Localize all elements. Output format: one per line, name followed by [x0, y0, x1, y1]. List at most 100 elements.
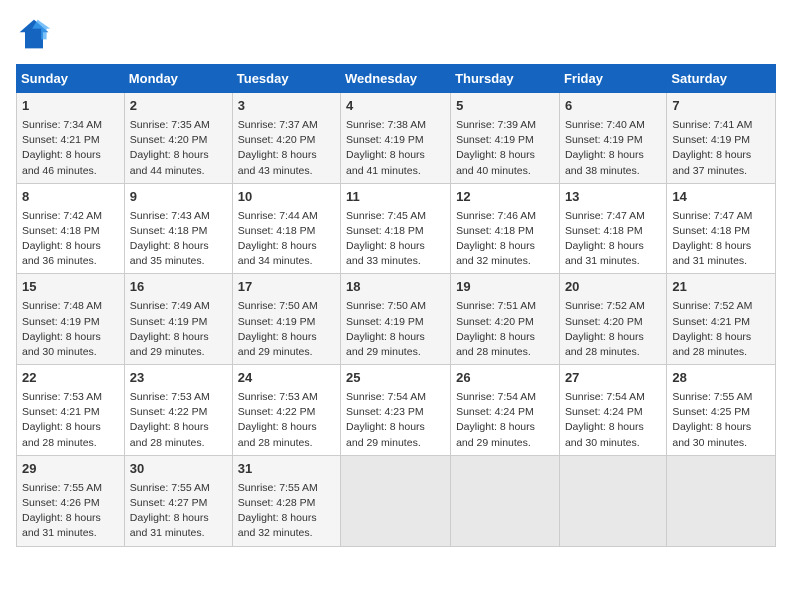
daylight: Daylight: 8 hours and 31 minutes. [22, 512, 101, 539]
sunset: Sunset: 4:24 PM [565, 406, 643, 418]
sunset: Sunset: 4:18 PM [22, 225, 100, 237]
daylight: Daylight: 8 hours and 28 minutes. [22, 421, 101, 448]
sunrise: Sunrise: 7:55 AM [672, 391, 752, 403]
daylight: Daylight: 8 hours and 31 minutes. [565, 240, 644, 267]
sunrise: Sunrise: 7:53 AM [130, 391, 210, 403]
sunrise: Sunrise: 7:54 AM [565, 391, 645, 403]
day-number: 15 [22, 278, 119, 297]
day-number: 23 [130, 369, 227, 388]
daylight: Daylight: 8 hours and 43 minutes. [238, 149, 317, 176]
day-number: 3 [238, 97, 335, 116]
calendar-cell: 13 Sunrise: 7:47 AM Sunset: 4:18 PM Dayligh… [559, 183, 666, 274]
sunset: Sunset: 4:21 PM [22, 134, 100, 146]
sunrise: Sunrise: 7:54 AM [456, 391, 536, 403]
calendar-cell: 8Sunrise: 7:42 AMSunset: 4:18 PMDaylight… [17, 183, 125, 274]
logo [16, 16, 56, 52]
day-number: 24 [238, 369, 335, 388]
sunset: Sunset: 4:19 PM [565, 134, 643, 146]
sunrise: Sunrise: 7:48 AM [22, 300, 102, 312]
day-number: 16 [130, 278, 227, 297]
logo-icon [16, 16, 52, 52]
daylight: Daylight: 8 hours and 28 minutes. [130, 421, 209, 448]
sunrise: Sunrise: 7:50 AM [238, 300, 318, 312]
sunrise: Sunrise: 7:52 AM [672, 300, 752, 312]
sunset: Sunset: 4:18 PM [456, 225, 534, 237]
calendar-cell [451, 455, 560, 546]
calendar-cell: 5Sunrise: 7:39 AMSunset: 4:19 PMDaylight… [451, 93, 560, 184]
daylight: Daylight: 8 hours and 28 minutes. [456, 331, 535, 358]
day-number: 6 [565, 97, 661, 116]
sunrise: Sunrise: 7:42 AM [22, 210, 102, 222]
calendar-cell: 25Sunrise: 7:54 AMSunset: 4:23 PMDayligh… [341, 365, 451, 456]
header-sunday: Sunday [17, 65, 125, 93]
sunrise: Sunrise: 7:47 AM [565, 210, 645, 222]
daylight: Daylight: 8 hours and 34 minutes. [238, 240, 317, 267]
day-number: 20 [565, 278, 661, 297]
header-monday: Monday [124, 65, 232, 93]
daylight: Daylight: 8 hours and 38 minutes. [565, 149, 644, 176]
calendar-cell: 6 Sunrise: 7:40 AM Sunset: 4:19 PM Daylight… [559, 93, 666, 184]
daylight: Daylight: 8 hours and 31 minutes. [130, 512, 209, 539]
day-number: 10 [238, 188, 335, 207]
sunrise: Sunrise: 7:53 AM [22, 391, 102, 403]
sunset: Sunset: 4:18 PM [238, 225, 316, 237]
daylight: Daylight: 8 hours and 35 minutes. [130, 240, 209, 267]
sunset: Sunset: 4:20 PM [238, 134, 316, 146]
daylight: Daylight: 8 hours and 28 minutes. [238, 421, 317, 448]
calendar-cell: 1Sunrise: 7:34 AMSunset: 4:21 PMDaylight… [17, 93, 125, 184]
calendar-cell: 4Sunrise: 7:38 AMSunset: 4:19 PMDaylight… [341, 93, 451, 184]
sunset: Sunset: 4:21 PM [672, 316, 750, 328]
day-number: 13 [565, 188, 661, 207]
sunset: Sunset: 4:19 PM [346, 134, 424, 146]
sunrise: Sunrise: 7:53 AM [238, 391, 318, 403]
calendar-week-row: 8Sunrise: 7:42 AMSunset: 4:18 PMDaylight… [17, 183, 776, 274]
sunset: Sunset: 4:25 PM [672, 406, 750, 418]
sunset: Sunset: 4:18 PM [672, 225, 750, 237]
calendar-cell: 28Sunrise: 7:55 AMSunset: 4:25 PMDayligh… [667, 365, 776, 456]
daylight: Daylight: 8 hours and 32 minutes. [456, 240, 535, 267]
day-number: 22 [22, 369, 119, 388]
calendar-cell: 24 Sunrise: 7:53 AM Sunset: 4:22 PM Dayligh… [232, 365, 340, 456]
page-header [16, 16, 776, 52]
day-number: 18 [346, 278, 445, 297]
day-number: 14 [672, 188, 770, 207]
calendar-cell: 19Sunrise: 7:51 AMSunset: 4:20 PMDayligh… [451, 274, 560, 365]
calendar-cell: 30Sunrise: 7:55 AMSunset: 4:27 PMDayligh… [124, 455, 232, 546]
day-number: 4 [346, 97, 445, 116]
calendar-cell: 3Sunrise: 7:37 AMSunset: 4:20 PMDaylight… [232, 93, 340, 184]
header-tuesday: Tuesday [232, 65, 340, 93]
calendar-cell: 20Sunrise: 7:52 AMSunset: 4:20 PMDayligh… [559, 274, 666, 365]
calendar-cell: 22Sunrise: 7:53 AMSunset: 4:21 PMDayligh… [17, 365, 125, 456]
day-number: 21 [672, 278, 770, 297]
sunrise: Sunrise: 7:55 AM [238, 482, 318, 494]
sunset: Sunset: 4:20 PM [565, 316, 643, 328]
calendar-cell: 21Sunrise: 7:52 AMSunset: 4:21 PMDayligh… [667, 274, 776, 365]
sunset: Sunset: 4:22 PM [130, 406, 208, 418]
calendar-cell: 23 Sunrise: 7:53 AM Sunset: 4:22 PM Dayligh… [124, 365, 232, 456]
sunrise: Sunrise: 7:34 AM [22, 119, 102, 131]
calendar-cell: 10Sunrise: 7:44 AMSunset: 4:18 PMDayligh… [232, 183, 340, 274]
sunset: Sunset: 4:22 PM [238, 406, 316, 418]
daylight: Daylight: 8 hours and 40 minutes. [456, 149, 535, 176]
daylight: Daylight: 8 hours and 29 minutes. [456, 421, 535, 448]
day-number: 2 [130, 97, 227, 116]
sunset: Sunset: 4:18 PM [130, 225, 208, 237]
day-number: 17 [238, 278, 335, 297]
sunrise: Sunrise: 7:52 AM [565, 300, 645, 312]
sunrise: Sunrise: 7:39 AM [456, 119, 536, 131]
sunset: Sunset: 4:19 PM [346, 316, 424, 328]
sunset: Sunset: 4:23 PM [346, 406, 424, 418]
sunrise: Sunrise: 7:45 AM [346, 210, 426, 222]
sunrise: Sunrise: 7:50 AM [346, 300, 426, 312]
daylight: Daylight: 8 hours and 29 minutes. [346, 421, 425, 448]
sunset: Sunset: 4:24 PM [456, 406, 534, 418]
sunset: Sunset: 4:18 PM [565, 225, 643, 237]
daylight: Daylight: 8 hours and 36 minutes. [22, 240, 101, 267]
daylight: Daylight: 8 hours and 41 minutes. [346, 149, 425, 176]
calendar-week-row: 15 Sunrise: 7:48 AM Sunset: 4:19 PM Dayligh… [17, 274, 776, 365]
calendar-cell: 17Sunrise: 7:50 AMSunset: 4:19 PMDayligh… [232, 274, 340, 365]
daylight: Daylight: 8 hours and 46 minutes. [22, 149, 101, 176]
daylight: Daylight: 8 hours and 29 minutes. [130, 331, 209, 358]
sunrise: Sunrise: 7:40 AM [565, 119, 645, 131]
sunrise: Sunrise: 7:43 AM [130, 210, 210, 222]
